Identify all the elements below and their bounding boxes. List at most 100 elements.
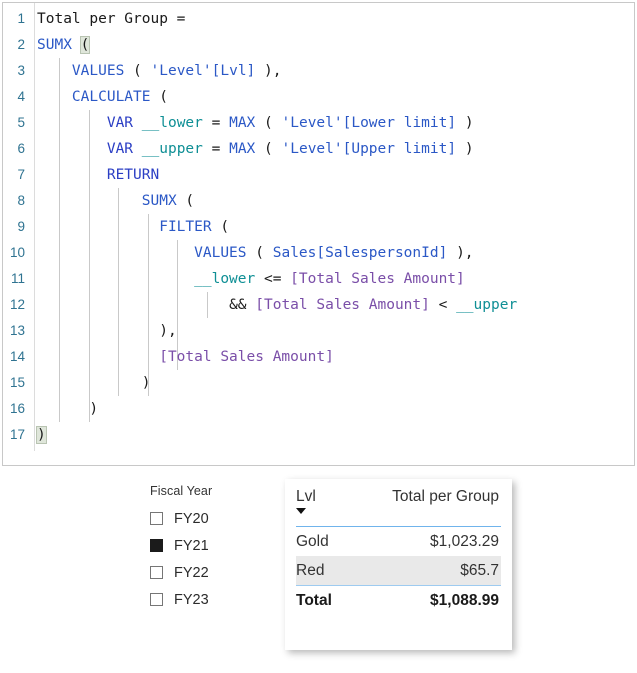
code-token-plain: && [229,297,256,313]
code-token-fn: VALUES [194,245,247,261]
code-token-plain: <= [255,271,291,287]
table-visual-card[interactable]: Lvl Total per Group Gold $1,023.29 Red $65.… [285,479,512,650]
code-token-plain: ( [255,115,282,131]
code-line-text[interactable]: SUMX ( [29,32,91,58]
table-header-row[interactable]: Lvl Total per Group [296,488,501,526]
slicer-item-fy22[interactable]: FY22 [150,559,270,586]
code-line-text[interactable]: ) [29,422,47,448]
code-line-text[interactable]: [Total Sales Amount] [29,344,334,370]
sort-descending-icon[interactable] [296,508,306,514]
code-line[interactable]: 7 RETURN [3,162,634,188]
code-line[interactable]: 17) [3,422,634,448]
slicer-item-fy21[interactable]: FY21 [150,532,270,559]
code-token-ref: 'Level'[Lower limit] [281,115,457,131]
code-line[interactable]: 12 && [Total Sales Amount] < __upper [3,292,634,318]
column-header-lvl[interactable]: Lvl [296,488,368,506]
slicer-item-list[interactable]: FY20 FY21 FY22 FY23 [150,505,270,613]
line-number: 7 [17,167,25,182]
code-line-text[interactable]: CALCULATE ( [29,84,168,110]
table-row[interactable]: Gold $1,023.29 [296,527,501,556]
code-line[interactable]: 15 ) [3,370,634,396]
cell-lvl: Gold [296,532,329,550]
code-token-kw: VAR [106,115,134,131]
line-number: 17 [9,427,25,442]
table-body[interactable]: Gold $1,023.29 Red $65.7 [296,527,501,585]
slicer-item-fy20[interactable]: FY20 [150,505,270,532]
code-token-ref: 'Level'[Lvl] [150,63,256,79]
code-line[interactable]: 13 ), [3,318,634,344]
code-token-plain: ) [456,141,474,157]
table-visual[interactable]: Lvl Total per Group Gold $1,023.29 Red $65.… [296,488,501,615]
code-line-text[interactable]: VAR __upper = MAX ( 'Level'[Upper limit]… [29,136,474,162]
code-token-var: __upper [456,297,518,313]
code-token-plain: ), [159,323,177,339]
slicer-item-fy23[interactable]: FY23 [150,586,270,613]
code-line[interactable]: 2 SUMX ( [3,32,634,58]
code-token-fn: FILTER [159,219,212,235]
code-token-plain: ), [447,245,474,261]
code-token-meas: [Total Sales Amount] [255,297,430,313]
slicer-item-label: FY20 [174,510,209,527]
fiscal-year-slicer[interactable]: Fiscal Year FY20 FY21 FY22 FY23 [150,484,270,613]
code-token-plain: ( [124,63,151,79]
code-token-plain: ( [255,141,282,157]
code-line-text[interactable]: VAR __lower = MAX ( 'Level'[Lower limit]… [29,110,474,136]
code-line-text[interactable]: FILTER ( [29,214,229,240]
table-total-row: Total $1,088.99 [296,586,501,615]
code-line[interactable]: 6 VAR __upper = MAX ( 'Level'[Upper limi… [3,136,634,162]
code-line-text[interactable]: RETURN [29,162,159,188]
line-number: 1 [17,11,25,26]
checkbox-icon[interactable] [150,512,163,525]
code-line[interactable]: 16 ) [3,396,634,422]
total-row-value: $1,088.99 [430,591,499,609]
code-line-text[interactable]: && [Total Sales Amount] < __upper [29,292,517,318]
indent-guide [177,318,179,344]
column-header-total-per-group[interactable]: Total per Group [368,488,501,506]
dax-formula-editor[interactable]: 1 Total per Group = 2 SUMX (3 VALUES ( 'Lev… [2,2,635,466]
code-line[interactable]: 9 FILTER ( [3,214,634,240]
code-line[interactable]: 1 Total per Group = [3,6,634,32]
code-token-fn: CALCULATE [71,89,151,105]
code-token-var: __lower [141,115,203,131]
checkbox-icon[interactable] [150,593,163,606]
code-token-ref: Sales[SalespersonId] [272,245,448,261]
line-number: 3 [17,63,25,78]
code-token-fn: SUMX [37,37,72,53]
code-line-text[interactable]: Total per Group = [29,6,185,32]
code-line[interactable]: 5 VAR __lower = MAX ( 'Level'[Lower limi… [3,110,634,136]
code-line[interactable]: 10 VALUES ( Sales[SalespersonId] ), [3,240,634,266]
code-line[interactable]: 3 VALUES ( 'Level'[Lvl] ), [3,58,634,84]
checkbox-icon[interactable] [150,539,163,552]
code-line[interactable]: 4 CALCULATE ( [3,84,634,110]
total-row-label: Total [296,591,332,609]
code-area[interactable]: 1 Total per Group = 2 SUMX (3 VALUES ( 'Lev… [3,3,634,451]
code-line-text[interactable]: __lower <= [Total Sales Amount] [29,266,465,292]
screenshot-root: 1 Total per Group = 2 SUMX (3 VALUES ( 'Lev… [0,0,637,673]
code-line-text[interactable]: VALUES ( 'Level'[Lvl] ), [29,58,282,84]
table-row[interactable]: Red $65.7 [296,556,501,585]
code-token-plain: ) [141,375,151,391]
code-token-var: __lower [194,271,256,287]
code-line-text[interactable]: ), [29,318,177,344]
code-token-kw: VAR [106,141,134,157]
code-token-bracket-highlight: ( [79,36,91,54]
code-line[interactable]: 8 SUMX ( [3,188,634,214]
checkbox-icon[interactable] [150,566,163,579]
code-token-meas: [Total Sales Amount] [290,271,465,287]
code-line[interactable]: 11 __lower <= [Total Sales Amount] [3,266,634,292]
code-token-plain: ( [150,89,168,105]
code-line-text[interactable]: VALUES ( Sales[SalespersonId] ), [29,240,474,266]
code-line[interactable]: 14 [Total Sales Amount] [3,344,634,370]
cell-total-per-group: $1,023.29 [430,532,499,550]
code-line-text[interactable]: ) [29,370,151,396]
code-line-text[interactable]: SUMX ( [29,188,194,214]
line-number: 10 [9,245,25,260]
code-line-text[interactable]: ) [29,396,98,422]
slicer-item-label: FY23 [174,591,209,608]
